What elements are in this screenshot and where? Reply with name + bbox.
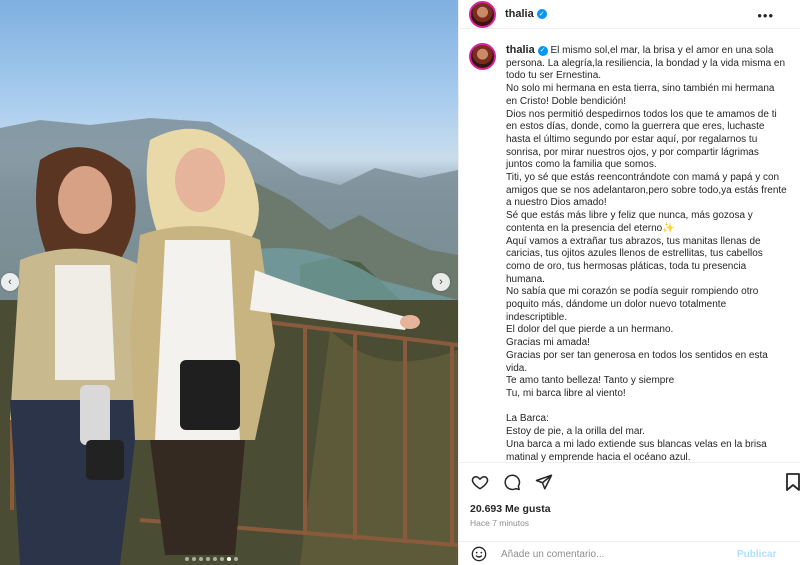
carousel-indicator bbox=[185, 557, 238, 561]
caption-username[interactable]: thalia bbox=[506, 44, 535, 56]
post-sidebar: thalia ✓ ••• thalia ✓ El mismo sol,el mar… bbox=[458, 0, 800, 565]
bookmark-icon[interactable] bbox=[785, 473, 800, 491]
action-icons bbox=[471, 473, 553, 491]
carousel-dot bbox=[199, 557, 203, 561]
carousel-dot bbox=[192, 557, 196, 561]
emoji-icon[interactable] bbox=[471, 546, 487, 562]
comment-input[interactable] bbox=[501, 548, 731, 560]
chevron-right-icon: › bbox=[439, 276, 443, 288]
comment-bar: Publicar bbox=[459, 541, 800, 565]
comments-section[interactable]: thalia ✓ El mismo sol,el mar, la brisa y … bbox=[459, 30, 800, 462]
share-icon[interactable] bbox=[535, 473, 553, 491]
caption-text: El mismo sol,el mar, la brisa y el amor … bbox=[506, 45, 787, 462]
more-options-icon[interactable]: ••• bbox=[757, 8, 774, 23]
carousel-dot bbox=[220, 557, 224, 561]
carousel-dot bbox=[206, 557, 210, 561]
post-timestamp[interactable]: Hace 7 minutos bbox=[470, 518, 529, 528]
heart-icon[interactable] bbox=[471, 473, 489, 491]
verified-badge-icon: ✓ bbox=[537, 46, 548, 57]
photo-illustration bbox=[0, 118, 458, 565]
post-photo[interactable]: ‹ › bbox=[0, 0, 458, 565]
caption-avatar[interactable] bbox=[469, 43, 496, 70]
comment-icon[interactable] bbox=[503, 473, 521, 491]
publish-button[interactable]: Publicar bbox=[737, 549, 776, 560]
action-bar: 20.693 Me gusta Hace 7 minutos Publicar bbox=[459, 462, 800, 565]
caption-row: thalia ✓ El mismo sol,el mar, la brisa y … bbox=[469, 43, 787, 462]
chevron-left-icon: ‹ bbox=[8, 276, 12, 288]
carousel-next-button[interactable]: › bbox=[432, 273, 450, 291]
author-avatar[interactable] bbox=[469, 0, 496, 28]
verified-badge-icon: ✓ bbox=[536, 9, 547, 19]
likes-count[interactable]: 20.693 Me gusta bbox=[470, 503, 551, 515]
carousel-dot bbox=[234, 557, 238, 561]
carousel-dot bbox=[213, 557, 217, 561]
author-username[interactable]: thalia bbox=[505, 8, 534, 20]
carousel-prev-button[interactable]: ‹ bbox=[1, 273, 19, 291]
post-header: thalia ✓ ••• bbox=[459, 0, 800, 29]
carousel-dot bbox=[185, 557, 189, 561]
carousel-dot bbox=[227, 557, 231, 561]
caption: thalia ✓ El mismo sol,el mar, la brisa y … bbox=[506, 44, 787, 462]
